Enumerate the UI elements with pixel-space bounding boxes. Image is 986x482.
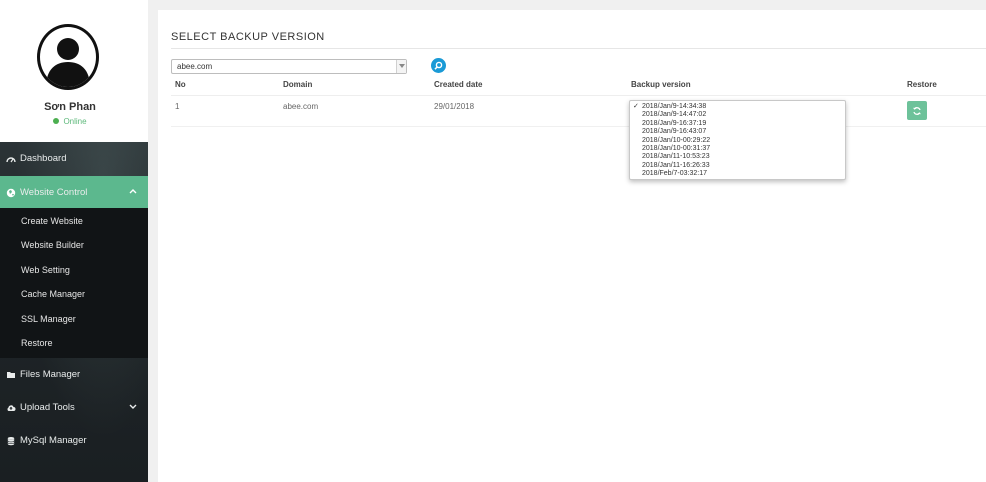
nav-item-website-control[interactable]: Website Control xyxy=(0,176,148,209)
nav-item-dashboard[interactable]: Dashboard xyxy=(0,142,148,175)
cell-created-date: 29/01/2018 xyxy=(434,102,475,111)
submenu-item-ssl-manager[interactable]: SSL Manager xyxy=(21,314,76,324)
select-arrow[interactable] xyxy=(396,60,406,73)
nav-item-files-manager[interactable]: Files Manager xyxy=(0,358,148,391)
refresh-icon xyxy=(913,107,921,115)
submenu-item-cache-manager[interactable]: Cache Manager xyxy=(21,289,85,299)
domain-select-value: abee.com xyxy=(177,62,213,71)
check-icon: ✓ xyxy=(633,103,639,110)
column-header-domain: Domain xyxy=(283,80,313,89)
user-status-label: Online xyxy=(63,117,87,126)
backup-version-option[interactable]: 2018/Jan/9-14:47:02 xyxy=(630,111,845,119)
nav-item-label: Dashboard xyxy=(20,153,67,164)
backup-version-option[interactable]: ✓ 2018/Jan/9-14:34:38 xyxy=(630,103,845,111)
submenu-item-website-builder[interactable]: Website Builder xyxy=(21,240,84,250)
column-header-created-date: Created date xyxy=(434,80,483,89)
nav-item-label: Website Control xyxy=(20,187,88,198)
backup-version-option[interactable]: 2018/Feb/7-03:32:17 xyxy=(630,170,845,178)
backup-version-option[interactable]: 2018/Jan/9-16:43:07 xyxy=(630,128,845,136)
restore-button[interactable] xyxy=(907,101,927,120)
cell-no: 1 xyxy=(175,102,180,111)
backup-version-option[interactable]: 2018/Jan/10-00:29:22 xyxy=(630,137,845,145)
backup-version-option-label: 2018/Jan/9-14:34:38 xyxy=(642,103,707,110)
database-icon xyxy=(7,436,15,445)
column-header-restore: Restore xyxy=(907,80,937,89)
column-header-no: No xyxy=(175,80,186,89)
submenu-item-create-website[interactable]: Create Website xyxy=(21,216,83,226)
nav-item-upload-tools[interactable]: Upload Tools xyxy=(0,391,148,424)
nav-item-label: MySql Manager xyxy=(20,435,87,446)
cell-domain: abee.com xyxy=(283,102,319,111)
submenu-item-web-setting[interactable]: Web Setting xyxy=(21,265,70,275)
user-status: Online xyxy=(0,117,140,126)
user-name: Sơn Phan xyxy=(44,101,96,113)
chevron-down-icon xyxy=(129,404,137,409)
backup-version-dropdown[interactable]: ✓ 2018/Jan/9-14:34:38 2018/Jan/9-14:47:02… xyxy=(629,100,846,180)
title-divider xyxy=(171,48,986,49)
caret-down-icon xyxy=(399,64,405,68)
folder-icon xyxy=(7,371,15,378)
backup-version-option[interactable]: 2018/Jan/9-16:37:19 xyxy=(630,120,845,128)
cloud-upload-icon xyxy=(7,404,16,411)
speedometer-icon xyxy=(6,156,16,162)
backup-version-option[interactable]: 2018/Jan/10-00:31:37 xyxy=(630,145,845,153)
page-title: SELECT BACKUP VERSION xyxy=(171,31,325,43)
backup-version-option[interactable]: 2018/Jan/11-10:53:23 xyxy=(630,153,845,161)
globe-icon xyxy=(6,188,16,197)
search-icon xyxy=(434,61,443,70)
header-divider xyxy=(171,95,986,96)
nav-item-mysql-manager[interactable]: MySql Manager xyxy=(0,424,148,457)
user-silhouette-icon xyxy=(46,38,90,87)
online-status-dot-icon xyxy=(53,117,60,124)
column-header-backup-version: Backup version xyxy=(631,80,691,89)
sidebar: Sơn Phan Online Dashboard Website Contro… xyxy=(0,0,148,482)
user-profile: Sơn Phan Online xyxy=(0,0,148,142)
backup-version-option[interactable]: 2018/Jan/11-16:26:33 xyxy=(630,162,845,170)
nav-item-label: Files Manager xyxy=(20,369,81,380)
chevron-up-icon xyxy=(129,189,137,194)
search-button[interactable] xyxy=(431,58,446,73)
main-panel: SELECT BACKUP VERSION abee.com No Domain… xyxy=(158,10,986,482)
avatar[interactable] xyxy=(37,24,99,90)
domain-select[interactable]: abee.com xyxy=(171,59,407,74)
submenu-item-restore[interactable]: Restore xyxy=(21,338,53,348)
nav-item-label: Upload Tools xyxy=(20,402,75,413)
row-divider xyxy=(171,126,986,127)
website-control-submenu: Create Website Website Builder Web Setti… xyxy=(0,208,148,358)
